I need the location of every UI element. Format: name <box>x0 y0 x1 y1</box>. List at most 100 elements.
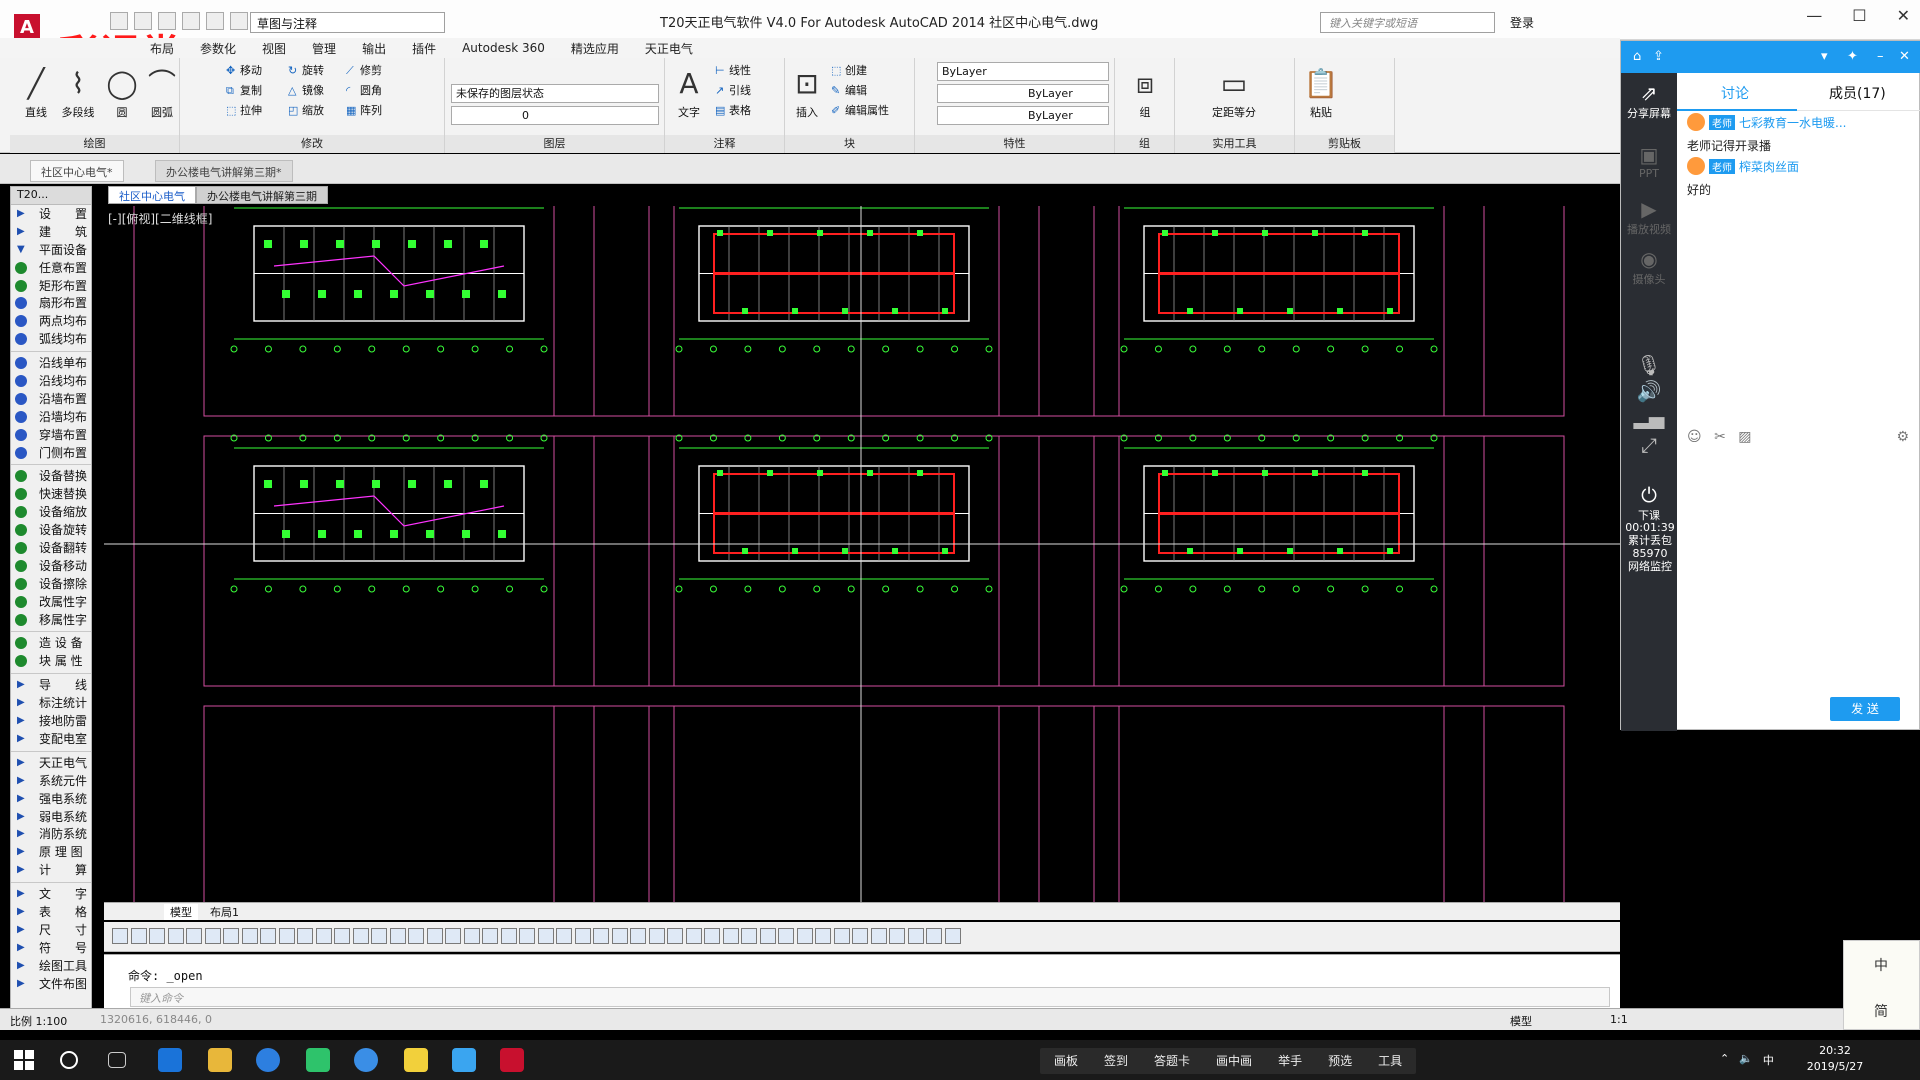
ribbon-group-label[interactable]: 注释 <box>665 135 784 153</box>
t20-menu-item[interactable]: ▶ 文件布图 <box>11 975 91 993</box>
dropdown-icon[interactable]: ▾ <box>1821 50 1835 64</box>
lineweight-select[interactable]: ByLayer <box>937 106 1109 125</box>
t20-menu-item[interactable]: 块 属 性 <box>11 652 91 670</box>
t20-toolbar-button[interactable] <box>648 928 665 944</box>
t20-menu-item[interactable]: 设备擦除 <box>11 575 91 593</box>
maximize-icon[interactable]: ☐ <box>1852 6 1866 25</box>
print-icon[interactable] <box>182 12 200 30</box>
tab-layout[interactable]: 布局 <box>150 40 174 57</box>
t20-menu-item[interactable]: ▶ 消防系统 <box>11 825 91 843</box>
t20-menu-item[interactable]: ▶ 尺 寸 <box>11 921 91 939</box>
t20-toolbar-button[interactable] <box>574 928 591 944</box>
preview-button[interactable]: 预选 <box>1328 1052 1352 1070</box>
tab-discussion[interactable]: 讨论 <box>1721 83 1749 103</box>
tab-parametric[interactable]: 参数化 <box>200 40 236 57</box>
paste-button[interactable]: 📋 粘贴 <box>1299 64 1343 120</box>
tab-output[interactable]: 输出 <box>362 40 386 57</box>
sign-in-button[interactable]: 签到 <box>1104 1052 1128 1070</box>
drawing-canvas[interactable]: [-][俯视][二维线框] <box>104 206 1620 902</box>
play-video-button[interactable]: ▶ 播放视频 <box>1621 197 1677 237</box>
t20-menu-item[interactable]: 沿墙均布 <box>11 408 91 426</box>
measure-button[interactable]: ▭ 定距等分 <box>1199 64 1269 120</box>
t20-menu-item[interactable]: ▶ 计 算 <box>11 861 91 879</box>
pin-icon[interactable]: ✦ <box>1847 50 1861 64</box>
t20-toolbar-button[interactable] <box>482 928 498 944</box>
t20-toolbar-button[interactable] <box>463 928 480 944</box>
t20-toolbar-button[interactable] <box>593 928 609 944</box>
t20-menu-item[interactable]: 设备替换 <box>11 467 91 485</box>
insert-block-button[interactable]: ⊡ 插入 <box>785 64 829 120</box>
tab-view[interactable]: 视图 <box>262 40 286 57</box>
tab-tianzheng[interactable]: 天正电气 <box>645 40 693 57</box>
t20-menu-item[interactable]: ▶ 导 线 <box>11 676 91 694</box>
t20-menu-item[interactable]: 设备移动 <box>11 557 91 575</box>
t20-toolbar-button[interactable] <box>297 928 313 944</box>
t20-menu-item[interactable]: 造 设 备 <box>11 634 91 652</box>
emoji-icon[interactable]: ☺ <box>1687 429 1702 445</box>
mic-off-icon[interactable]: 🎙 <box>1621 353 1677 377</box>
t20-menu-item[interactable]: 门侧布置 <box>11 444 91 462</box>
t20-toolbar-button[interactable] <box>926 928 942 944</box>
t20-menu-item[interactable]: ▶ 标注统计 <box>11 694 91 712</box>
scale-indicator[interactable]: 比例 1:100 <box>10 1013 67 1029</box>
t20-menu-item[interactable]: ▶ 原 理 图 <box>11 843 91 861</box>
redo-icon[interactable] <box>230 12 248 30</box>
t20-menu-item[interactable]: ▼ 平面设备 <box>11 241 91 259</box>
clock[interactable]: 20:32 2019/5/27 <box>1800 1043 1870 1075</box>
scissors-icon[interactable]: ✂ <box>1714 429 1726 445</box>
sender-name[interactable]: 榨菜肉丝面 <box>1739 160 1799 174</box>
tools-button[interactable]: 工具 <box>1378 1052 1402 1070</box>
stretch-button[interactable]: ⬚ 拉伸 <box>226 102 262 120</box>
login-button[interactable]: 登录 <box>1510 14 1534 31</box>
t20-menu-item[interactable]: ▶ 表 格 <box>11 903 91 921</box>
t20-toolbar-button[interactable] <box>149 928 165 944</box>
array-button[interactable]: ▦ 阵列 <box>346 102 382 120</box>
t20-menu-item[interactable]: ▶ 绘图工具 <box>11 957 91 975</box>
t20-menu-item[interactable]: ▶ 强电系统 <box>11 790 91 808</box>
viewport-label[interactable]: [-][俯视][二维线框] <box>108 210 212 227</box>
t20-toolbar-button[interactable] <box>426 928 443 944</box>
t20-toolbar-button[interactable] <box>445 928 461 944</box>
raise-hand-button[interactable]: 举手 <box>1278 1052 1302 1070</box>
table-button[interactable]: ▤ 表格 <box>715 102 751 120</box>
t20-toolbar-button[interactable] <box>186 928 202 944</box>
minimize-icon[interactable]: — <box>1806 6 1822 25</box>
t20-toolbar-button[interactable] <box>630 928 646 944</box>
fullscreen-icon[interactable]: ⤢ <box>1621 433 1677 457</box>
windows-start-icon[interactable] <box>14 1050 34 1070</box>
camera-button[interactable]: ◉ 摄像头 <box>1621 247 1677 287</box>
mirror-button[interactable]: △ 镜像 <box>288 82 324 100</box>
edge-browser-icon[interactable] <box>158 1048 182 1072</box>
layer-state-select[interactable]: 未保存的图层状态 <box>451 84 659 103</box>
t20-toolbar-button[interactable] <box>315 928 332 944</box>
answer-card-button[interactable]: 答题卡 <box>1154 1052 1190 1070</box>
t20-menu-item[interactable]: 改属性字 <box>11 593 91 611</box>
t20-toolbar-button[interactable] <box>389 928 406 944</box>
t20-menu-item[interactable]: 移属性字 <box>11 611 91 629</box>
t20-toolbar-button[interactable] <box>704 928 720 944</box>
create-block-button[interactable]: ⬚ 创建 <box>831 62 867 80</box>
tab-featured-apps[interactable]: 精选应用 <box>571 40 619 57</box>
t20-toolbar-button[interactable] <box>241 928 258 944</box>
ribbon-group-label[interactable]: 组 <box>1115 135 1174 153</box>
t20-menu-item[interactable]: 设备翻转 <box>11 539 91 557</box>
file-explorer-icon[interactable] <box>208 1048 232 1072</box>
t20-menu-item[interactable]: 弧线均布 <box>11 330 91 348</box>
group-button[interactable]: ⧈ 组 <box>1123 64 1167 120</box>
t20-toolbar-button[interactable] <box>223 928 239 944</box>
current-layer-select[interactable]: 0 <box>451 106 659 125</box>
share-screen-button[interactable]: ⇗ 分享屏幕 <box>1621 81 1677 121</box>
tray-chevron-icon[interactable]: ⌃ <box>1720 1052 1729 1068</box>
t20-menu-item[interactable]: 设备缩放 <box>11 503 91 521</box>
t20-menu-item[interactable]: 沿线均布 <box>11 372 91 390</box>
ribbon-group-label[interactable]: 块 <box>785 135 914 153</box>
t20-toolbar-button[interactable] <box>537 928 554 944</box>
t20-toolbar-button[interactable] <box>130 928 147 944</box>
tab-manage[interactable]: 管理 <box>312 40 336 57</box>
t20-menu-item[interactable]: ▶ 弱电系统 <box>11 808 91 826</box>
tab-autodesk-360[interactable]: Autodesk 360 <box>462 41 545 55</box>
ime-indicator[interactable]: 中 <box>1763 1052 1774 1068</box>
ribbon-group-label[interactable]: 图层 <box>445 135 664 153</box>
t20-menu-item[interactable]: ▶ 接地防雷 <box>11 712 91 730</box>
arc-button[interactable]: ⌒ 圆弧 <box>140 64 184 120</box>
